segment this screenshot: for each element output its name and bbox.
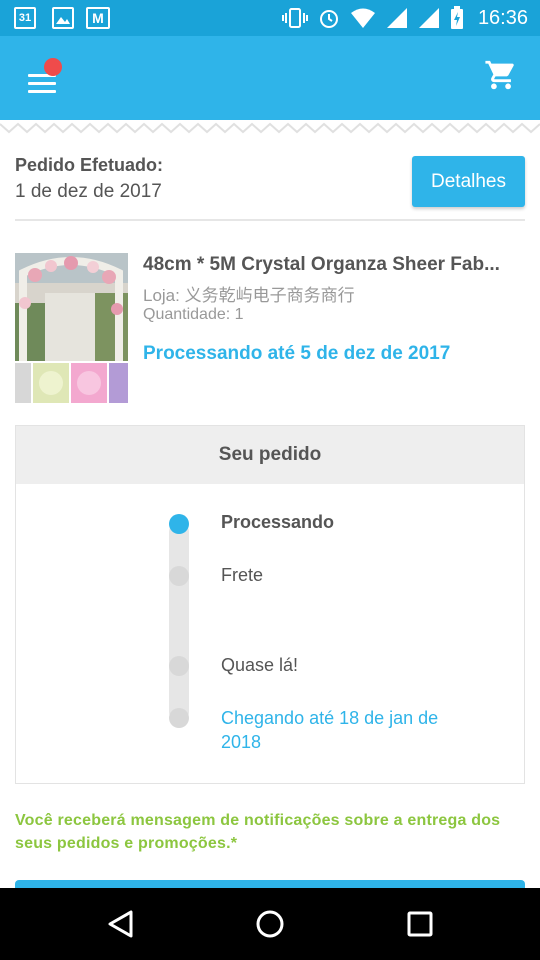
product-store: Loja: 义务乾屿电子商务商行 xyxy=(143,286,355,305)
wifi-icon xyxy=(350,8,375,28)
bottom-action-button[interactable] xyxy=(15,880,525,888)
hamburger-icon-bar xyxy=(28,82,56,85)
product-quantity: Quantidade: 1 xyxy=(143,306,244,323)
step-dot-arriving xyxy=(169,708,189,728)
home-button[interactable] xyxy=(225,888,315,960)
divider xyxy=(15,219,525,221)
cart-button[interactable] xyxy=(484,58,524,98)
battery-charging-icon xyxy=(450,6,463,29)
product-title[interactable]: 48cm * 5M Crystal Organza Sheer Fab... xyxy=(143,254,528,276)
step-dot-almost-there xyxy=(169,656,189,676)
alarm-icon xyxy=(319,10,338,28)
step-dot-shipping xyxy=(169,566,189,586)
recents-button[interactable] xyxy=(375,888,465,960)
back-button[interactable] xyxy=(76,888,166,960)
gmail-icon: M xyxy=(86,7,110,29)
home-icon xyxy=(256,910,284,938)
status-bar: 31 M 16:36 xyxy=(0,0,540,36)
details-button[interactable]: Detalhes xyxy=(412,156,525,207)
cart-icon xyxy=(485,60,514,90)
hamburger-icon-bar xyxy=(28,90,56,93)
tracking-title: Seu pedido xyxy=(16,426,524,484)
tracking-timeline xyxy=(169,522,189,722)
recents-icon xyxy=(407,911,433,937)
menu-button[interactable] xyxy=(20,58,64,100)
zigzag-divider xyxy=(0,122,540,134)
order-date: 1 de dez de 2017 xyxy=(15,181,162,202)
step-label-arriving: Chegando até 18 de jan de 2018 xyxy=(221,708,439,752)
signal-icon xyxy=(418,8,439,28)
calendar-icon: 31 xyxy=(14,7,36,29)
step-label-shipping: Frete xyxy=(221,565,264,585)
app-header xyxy=(0,36,540,120)
order-tracking-card: Seu pedido Processando Frete Quase lá! C… xyxy=(15,425,525,784)
clock: 16:36 xyxy=(477,6,528,29)
navigation-bar xyxy=(0,888,540,960)
product-status: Processando até 5 de dez de 2017 xyxy=(143,343,451,364)
step-label-processing: Processando xyxy=(221,512,335,532)
calendar-day: 31 xyxy=(18,12,32,24)
notification-badge xyxy=(44,58,62,76)
order-label: Pedido Efetuado: xyxy=(15,155,163,175)
step-dot-processing xyxy=(169,514,189,534)
product-image[interactable] xyxy=(15,253,128,403)
gallery-icon xyxy=(52,7,74,29)
vibrate-icon xyxy=(281,8,308,28)
signal-icon xyxy=(386,8,407,28)
status-icons: 16:36 xyxy=(281,0,528,36)
back-icon xyxy=(108,910,133,938)
notification-notice: Você receberá mensagem de notificações s… xyxy=(15,812,501,852)
step-label-almost-there: Quase lá! xyxy=(221,655,299,675)
